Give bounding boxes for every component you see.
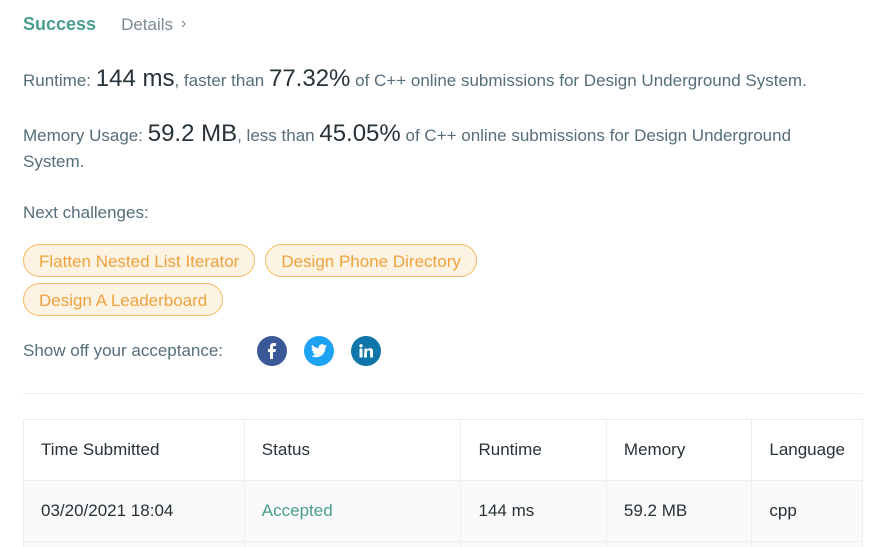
runtime-percent: 77.32% (268, 65, 351, 92)
cell-time: 03/20/2021 18:04 (23, 480, 245, 542)
linkedin-icon[interactable] (351, 336, 382, 366)
cell-runtime: 144 ms (460, 480, 607, 542)
table-row[interactable]: 03/20/2021 18:04 Accepted 144 ms 59.2 MB… (23, 480, 863, 542)
runtime-suffix: of C++ online submissions for Design Und… (355, 71, 807, 90)
facebook-icon[interactable] (257, 336, 288, 366)
challenge-chip[interactable]: Design A Leaderboard (23, 283, 224, 316)
twitter-icon[interactable] (304, 336, 335, 366)
chevron-right-icon: › (181, 15, 187, 32)
memory-value: 59.2 MB (147, 120, 238, 147)
share-section: Show off your acceptance: (23, 336, 398, 366)
tab-details-label: Details (121, 15, 174, 34)
challenge-chip[interactable]: Design Phone Directory (265, 244, 477, 277)
memory-label: Memory Usage: (23, 126, 143, 145)
cell-status[interactable]: Accepted (243, 480, 462, 542)
column-header-language[interactable]: Language (751, 419, 863, 481)
submissions-table: Time Submitted Status Runtime Memory Lan… (23, 419, 863, 547)
memory-less-text: , less than (237, 126, 315, 145)
column-header-runtime[interactable]: Runtime (460, 419, 607, 481)
next-challenges-label: Next challenges: (23, 203, 149, 222)
tab-details[interactable]: Details › (121, 15, 186, 35)
submission-result-page: Success Details › Runtime: 144 ms, faste… (0, 0, 877, 547)
column-header-status[interactable]: Status (243, 419, 462, 481)
cell-memory: 59.2 MB (605, 480, 753, 542)
column-header-time[interactable]: Time Submitted (23, 419, 245, 481)
result-tabs: Success Details › (23, 14, 186, 35)
memory-percent: 45.05% (319, 120, 401, 147)
challenge-chip[interactable]: Flatten Nested List Iterator (23, 244, 256, 277)
memory-summary: Memory Usage: 59.2 MB, less than 45.05% … (23, 121, 823, 175)
tab-success[interactable]: Success (23, 14, 96, 35)
runtime-summary: Runtime: 144 ms, faster than 77.32% of C… (23, 66, 807, 94)
runtime-label: Runtime: (23, 71, 92, 90)
next-challenges-list: Flatten Nested List Iterator Design Phone… (23, 244, 623, 322)
table-header-row: Time Submitted Status Runtime Memory Lan… (23, 419, 863, 481)
runtime-faster-text: , faster than (174, 71, 265, 90)
cell-language: cpp (751, 480, 863, 542)
table-row-partial (23, 541, 863, 547)
column-header-memory[interactable]: Memory (605, 419, 753, 481)
runtime-value: 144 ms (95, 65, 175, 92)
section-divider (23, 393, 863, 394)
share-label: Show off your acceptance: (23, 341, 224, 360)
